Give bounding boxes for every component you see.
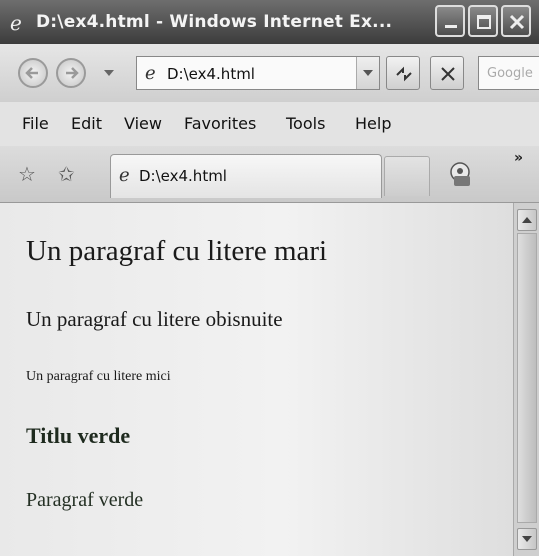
menu-view[interactable]: View	[124, 114, 162, 133]
window-controls	[435, 5, 531, 37]
address-dropdown-button[interactable]	[356, 57, 379, 89]
menu-edit-label: Edit	[71, 114, 102, 133]
ie-page-icon: ℯ	[145, 63, 156, 84]
tab-title: D:\ex4.html	[139, 167, 227, 185]
refresh-button[interactable]	[386, 56, 420, 90]
tab-bar: ☆ ✩ ℯ D:\ex4.html »	[0, 146, 539, 203]
search-input[interactable]: Google	[478, 56, 539, 90]
add-favorites-icon[interactable]: ✩	[58, 162, 75, 186]
home-page-icon[interactable]	[448, 160, 478, 190]
menu-file[interactable]: File	[22, 114, 49, 133]
new-tab-button[interactable]	[384, 156, 430, 196]
address-field[interactable]: ℯ D:\ex4.html	[136, 56, 380, 90]
menu-favorites-label: Favorites	[184, 114, 257, 133]
paragraph-normal: Un paragraf cu litere obisnuite	[26, 307, 283, 331]
menu-tools-label: Tools	[286, 114, 326, 133]
minimize-icon	[445, 25, 457, 28]
stop-button[interactable]	[430, 56, 464, 90]
address-toolbar: ℯ D:\ex4.html Google	[0, 44, 539, 102]
ie-logo-icon: ℯ	[10, 11, 22, 35]
heading-green: Titlu verde	[26, 423, 131, 448]
minimize-button[interactable]	[435, 5, 465, 37]
menu-file-label: File	[22, 114, 49, 133]
more-tools-chevron[interactable]: »	[514, 150, 523, 166]
menu-view-label: View	[124, 114, 162, 133]
favorites-star-icon[interactable]: ☆	[18, 162, 36, 186]
menu-help[interactable]: Help	[355, 114, 391, 133]
close-button[interactable]	[501, 5, 531, 37]
paragraph-small: Un paragraf cu litere mici	[26, 369, 171, 384]
close-icon	[509, 14, 525, 30]
ie-tab-icon: ℯ	[119, 165, 130, 186]
forward-button[interactable]	[56, 58, 86, 88]
scroll-up-button[interactable]	[517, 209, 537, 231]
refresh-icon	[396, 66, 412, 82]
menu-bar: File Edit View Favorites Tools Help	[0, 102, 539, 146]
page-content: Un paragraf cu litere mari Un paragraf c…	[0, 203, 513, 556]
search-placeholder: Google	[487, 66, 533, 81]
maximize-button[interactable]	[468, 5, 498, 37]
stop-icon	[441, 67, 455, 81]
paragraph-large: Un paragraf cu litere mari	[26, 235, 328, 267]
browser-window: ℯ D:\ex4.html - Windows Internet Ex... ℯ…	[0, 0, 539, 556]
address-url: D:\ex4.html	[167, 65, 255, 83]
paragraph-green: Paragraf verde	[26, 489, 144, 511]
title-bar: ℯ D:\ex4.html - Windows Internet Ex...	[0, 0, 539, 44]
back-arrow-icon	[25, 67, 38, 79]
vertical-scrollbar[interactable]	[513, 203, 539, 556]
scroll-track[interactable]	[517, 233, 537, 523]
menu-edit[interactable]: Edit	[71, 114, 102, 133]
menu-favorites[interactable]: Favorites	[184, 114, 256, 133]
recent-pages-dropdown[interactable]	[104, 70, 114, 76]
window-title: D:\ex4.html - Windows Internet Ex...	[36, 12, 393, 32]
back-button[interactable]	[18, 58, 48, 88]
menu-tools[interactable]: Tools	[286, 114, 325, 133]
maximize-icon	[477, 15, 491, 29]
scroll-down-button[interactable]	[517, 528, 537, 550]
forward-arrow-icon	[66, 67, 79, 79]
tab-active[interactable]: ℯ D:\ex4.html	[110, 154, 382, 198]
menu-help-label: Help	[355, 114, 392, 133]
